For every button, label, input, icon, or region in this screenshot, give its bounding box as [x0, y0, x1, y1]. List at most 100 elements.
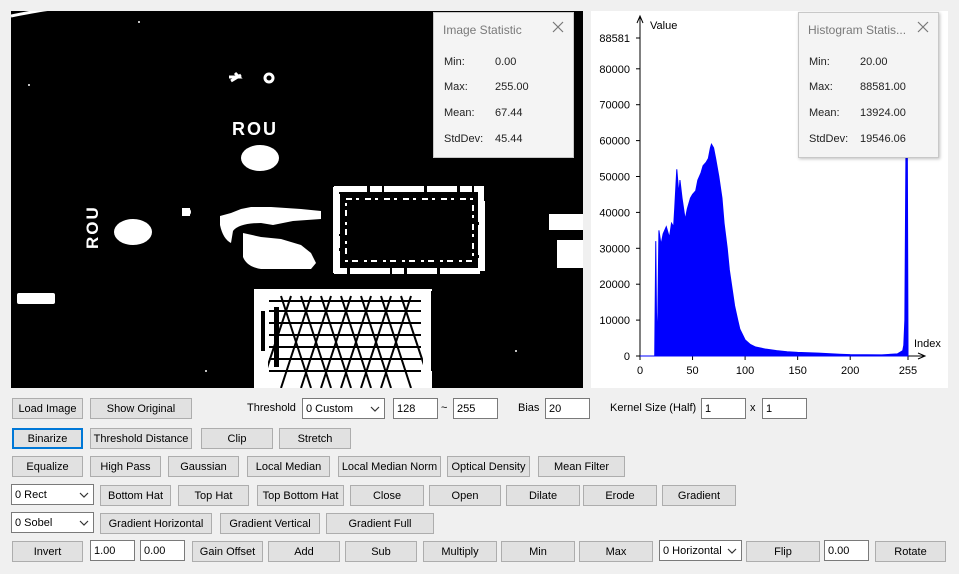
x-tick-label: 200 — [841, 365, 859, 377]
max-button[interactable]: Max — [579, 541, 653, 562]
stat-value-min: 0.00 — [495, 56, 517, 68]
min-button[interactable]: Min — [501, 541, 575, 562]
y-tick-label: 40000 — [599, 207, 630, 219]
y-axis-label: Value — [650, 20, 677, 32]
rou-marking-top: ROU — [232, 119, 278, 139]
x-tick-label: 100 — [736, 365, 754, 377]
add-button[interactable]: Add — [268, 541, 340, 562]
chevron-down-icon — [370, 404, 380, 414]
threshold-range-separator: ~ — [441, 402, 448, 414]
image-view[interactable]: ROU ROU Image Statistic Min: 0.00 Max: 2… — [11, 11, 583, 388]
hist-stat-value-min: 20.00 — [860, 56, 888, 68]
close-icon[interactable] — [914, 18, 932, 36]
stat-value-stddev: 45.44 — [495, 133, 523, 145]
threshold-distance-button[interactable]: Threshold Distance — [90, 428, 192, 449]
stat-label-stddev: StdDev: — [444, 133, 484, 145]
rotate-button[interactable]: Rotate — [875, 541, 946, 562]
x-tick-label: 255 — [899, 365, 917, 377]
load-image-button[interactable]: Load Image — [12, 398, 83, 419]
chevron-down-icon — [79, 518, 89, 528]
high-pass-button[interactable]: High Pass — [90, 456, 161, 477]
local-median-norm-button[interactable]: Local Median Norm — [338, 456, 441, 477]
y-tick-label: 20000 — [599, 279, 630, 291]
invert-button[interactable]: Invert — [12, 541, 83, 562]
x-tick-label: 50 — [686, 365, 698, 377]
kernel-separator: x — [750, 402, 756, 414]
flip-mode-value: 0 Horizontal — [663, 544, 722, 557]
local-median-button[interactable]: Local Median — [247, 456, 330, 477]
top-bottom-hat-button[interactable]: Top Bottom Hat — [257, 485, 344, 506]
gaussian-button[interactable]: Gaussian — [168, 456, 239, 477]
stat-label-mean: Mean: — [444, 107, 475, 119]
y-tick-label: 80000 — [599, 64, 630, 76]
y-tick-label: 0 — [624, 351, 630, 363]
close-button[interactable]: Close — [350, 485, 424, 506]
multiply-button[interactable]: Multiply — [423, 541, 497, 562]
binarize-button[interactable]: Binarize — [12, 428, 83, 449]
kernel-size-label: Kernel Size (Half) — [610, 402, 697, 414]
app-window: ROU ROU Image Statistic Min: 0.00 Max: 2… — [0, 0, 959, 574]
x-tick-label: 150 — [788, 365, 806, 377]
open-button[interactable]: Open — [429, 485, 501, 506]
flip-mode-select[interactable]: 0 Horizontal — [659, 540, 742, 561]
image-statistic-panel: Image Statistic Min: 0.00 Max: 255.00 Me… — [433, 12, 574, 158]
gradient-mode-select[interactable]: 0 Sobel — [11, 512, 94, 533]
stat-label-max: Max: — [444, 81, 468, 93]
top-hat-button[interactable]: Top Hat — [178, 485, 249, 506]
y-tick-label: 70000 — [599, 100, 630, 112]
morph-shape-select[interactable]: 0 Rect — [11, 484, 94, 505]
stat-value-mean: 67.44 — [495, 107, 523, 119]
rotate-angle-input[interactable]: 0.00 — [824, 540, 869, 561]
chevron-down-icon — [79, 490, 89, 500]
y-tick-label: 60000 — [599, 136, 630, 148]
histogram-statistic-panel: Histogram Statis... Min: 20.00 Max: 8858… — [798, 12, 939, 158]
bottom-hat-button[interactable]: Bottom Hat — [100, 485, 171, 506]
kernel-height-input[interactable]: 1 — [762, 398, 807, 419]
sub-button[interactable]: Sub — [345, 541, 417, 562]
bias-input[interactable]: 20 — [545, 398, 590, 419]
offset-input[interactable]: 0.00 — [140, 540, 185, 561]
x-tick-label: 0 — [637, 365, 643, 377]
y-tick-label: 10000 — [599, 315, 630, 327]
stretch-button[interactable]: Stretch — [279, 428, 351, 449]
kernel-width-input[interactable]: 1 — [701, 398, 746, 419]
hist-stat-value-stddev: 19546.06 — [860, 133, 906, 145]
y-tick-label: 30000 — [599, 243, 630, 255]
x-axis-label: Index — [914, 338, 941, 350]
gradient-horizontal-button[interactable]: Gradient Horizontal — [100, 513, 212, 534]
y-tick-label: 88581 — [599, 33, 630, 45]
optical-density-button[interactable]: Optical Density — [447, 456, 530, 477]
threshold-high-input[interactable]: 255 — [453, 398, 498, 419]
dilate-button[interactable]: Dilate — [506, 485, 580, 506]
hist-stat-label-stddev: StdDev: — [809, 133, 849, 145]
bias-label: Bias — [518, 402, 540, 414]
histogram-statistic-title: Histogram Statis... — [808, 23, 907, 37]
image-statistic-title: Image Statistic — [443, 23, 522, 37]
gradient-mode-value: 0 Sobel — [15, 516, 53, 529]
threshold-mode-value: 0 Custom — [306, 402, 354, 415]
y-tick-label: 50000 — [599, 172, 630, 184]
chevron-down-icon — [727, 546, 737, 556]
gradient-vertical-button[interactable]: Gradient Vertical — [220, 513, 320, 534]
mean-filter-button[interactable]: Mean Filter — [538, 456, 625, 477]
hist-stat-label-min: Min: — [809, 56, 830, 68]
close-icon[interactable] — [549, 18, 567, 36]
flip-button[interactable]: Flip — [746, 541, 820, 562]
erode-button[interactable]: Erode — [583, 485, 657, 506]
gain-offset-button[interactable]: Gain Offset — [192, 541, 263, 562]
hist-stat-value-mean: 13924.00 — [860, 107, 906, 119]
gradient-button[interactable]: Gradient — [662, 485, 736, 506]
show-original-button[interactable]: Show Original — [90, 398, 192, 419]
stat-label-min: Min: — [444, 56, 465, 68]
threshold-low-input[interactable]: 128 — [393, 398, 438, 419]
gain-input[interactable]: 1.00 — [90, 540, 135, 561]
equalize-button[interactable]: Equalize — [12, 456, 83, 477]
histogram-view[interactable]: 0 10000 20000 30000 40000 50000 60000 70000 8000… — [591, 11, 948, 388]
stat-value-max: 255.00 — [495, 81, 529, 93]
threshold-label: Threshold — [247, 402, 296, 414]
rou-marking-side: ROU — [83, 205, 102, 249]
threshold-mode-select[interactable]: 0 Custom — [302, 398, 385, 419]
clip-button[interactable]: Clip — [201, 428, 273, 449]
gradient-full-button[interactable]: Gradient Full — [326, 513, 434, 534]
morph-shape-value: 0 Rect — [15, 488, 47, 501]
